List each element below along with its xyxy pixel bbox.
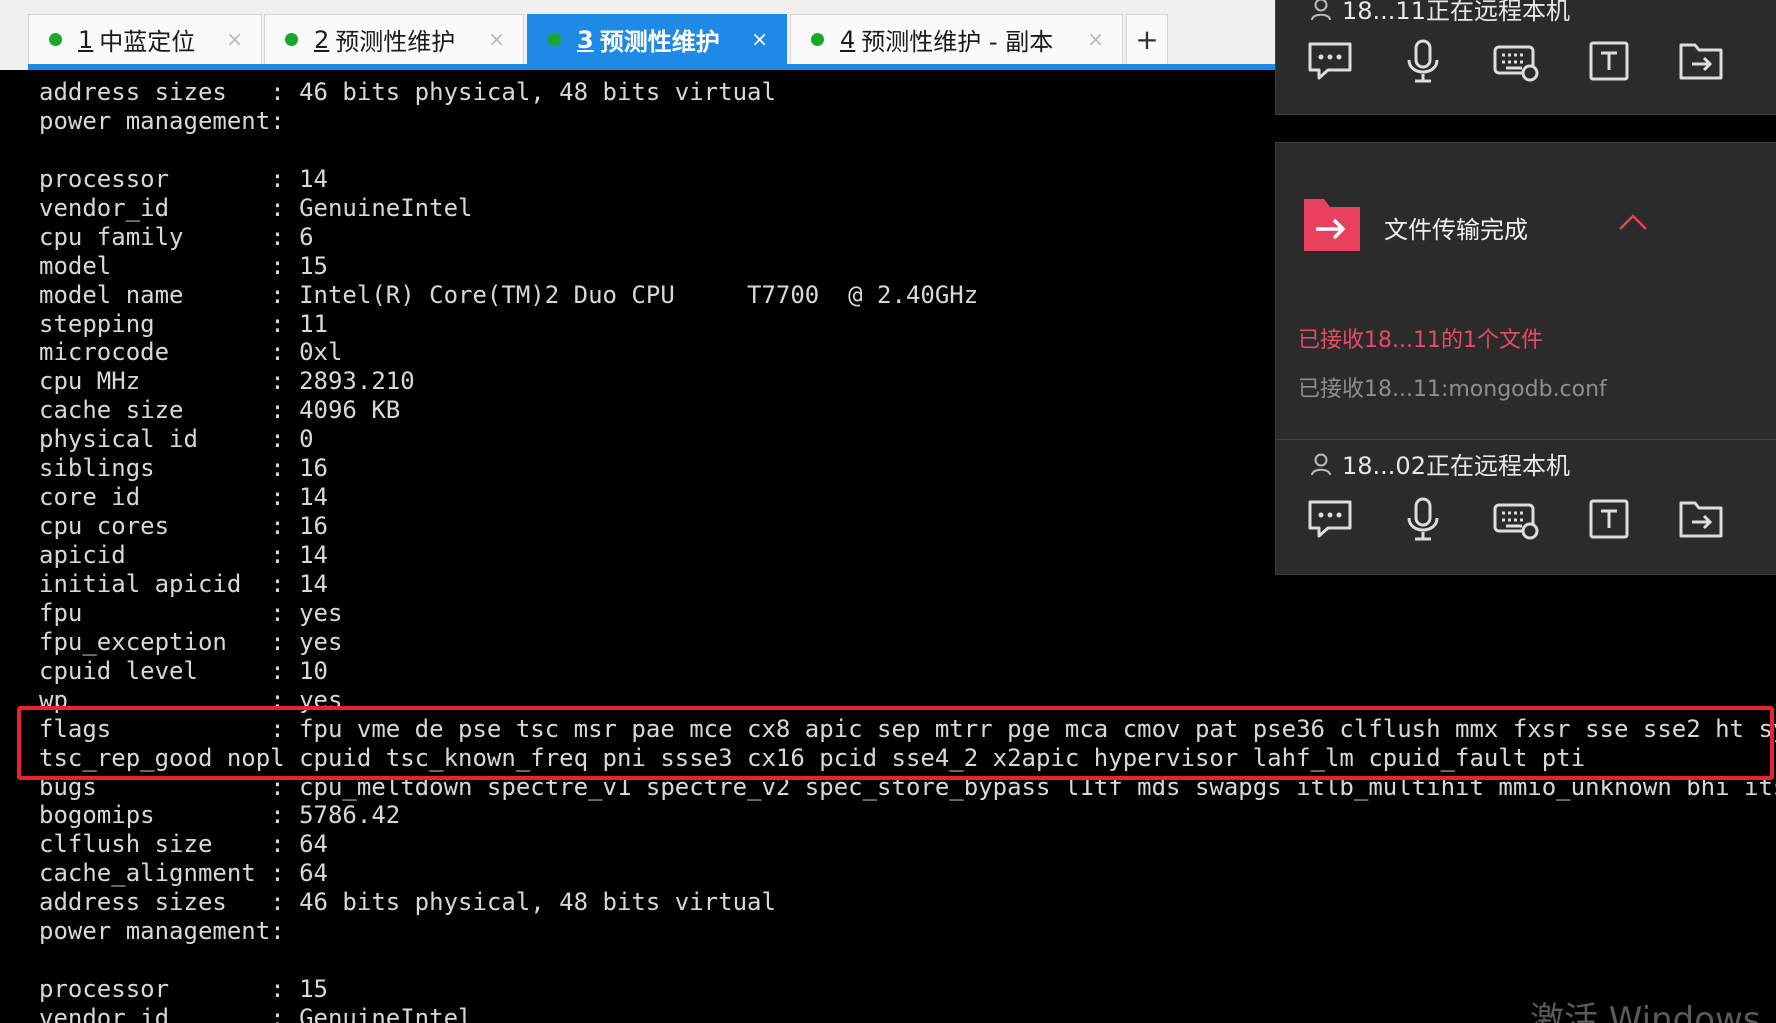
status-dot-icon bbox=[548, 33, 561, 46]
text-icon[interactable] bbox=[1585, 495, 1633, 543]
tab-2[interactable]: 2 预测性维护 × bbox=[264, 14, 524, 64]
microphone-icon[interactable] bbox=[1399, 495, 1447, 543]
terminal-line: cache_alignment : 64 bbox=[39, 859, 328, 888]
status-dot-icon bbox=[49, 33, 62, 46]
microphone-icon[interactable] bbox=[1399, 37, 1447, 85]
remote-session-panel-top: 18...11正在远程本机 bbox=[1275, 0, 1776, 115]
folder-transfer-icon bbox=[1302, 195, 1362, 257]
close-icon[interactable]: × bbox=[488, 27, 505, 51]
tab-4[interactable]: 4 预测性维护 - 副本 × bbox=[790, 14, 1123, 64]
remote-user-line: 18...11正在远程本机 bbox=[1310, 0, 1570, 26]
tab-number: 2 bbox=[314, 25, 330, 54]
received-file-name: 已接收18...11:mongodb.conf bbox=[1298, 377, 1607, 402]
terminal-line: bogomips : 5786.42 bbox=[39, 801, 401, 830]
terminal-line: clflush size : 64 bbox=[39, 830, 328, 859]
terminal-line: power management: bbox=[39, 917, 285, 946]
tab-3-active[interactable]: 3 预测性维护 × bbox=[527, 14, 787, 64]
tab-number: 4 bbox=[840, 25, 856, 54]
tab-label: 预测性维护 - 副本 bbox=[861, 28, 1054, 56]
user-icon bbox=[1311, 0, 1331, 20]
tab-number: 1 bbox=[78, 25, 94, 54]
terminal-line: cpuid level : 10 bbox=[39, 656, 328, 685]
close-icon[interactable]: × bbox=[1087, 27, 1104, 51]
close-icon[interactable]: × bbox=[751, 27, 768, 51]
transfer-title: 文件传输完成 bbox=[1384, 216, 1528, 244]
remote-user-text: 18...02正在远程本机 bbox=[1342, 452, 1570, 480]
tab-label: 预测性维护 bbox=[335, 28, 456, 56]
text-icon[interactable] bbox=[1585, 37, 1633, 85]
file-transfer-panel: 文件传输完成 已接收18...11的1个文件 已接收18...11:mongod… bbox=[1275, 142, 1776, 575]
keyboard-icon[interactable] bbox=[1492, 495, 1540, 543]
terminal-line: fpu_exception : yes bbox=[39, 627, 343, 656]
remote-user-text: 18...11正在远程本机 bbox=[1342, 0, 1570, 25]
flags-highlight-box bbox=[17, 706, 1774, 780]
status-dot-icon bbox=[811, 33, 824, 46]
received-summary[interactable]: 已接收18...11的1个文件 bbox=[1298, 322, 1543, 354]
tab-bar: 1 中蓝定位 × 2 预测性维护 × 3 预测性维护 × 4 预测性维护 - 副… bbox=[0, 0, 1275, 70]
file-transfer-icon[interactable] bbox=[1678, 495, 1726, 543]
tab-label: 预测性维护 bbox=[599, 28, 720, 56]
tab-accent-bar bbox=[28, 64, 1275, 70]
user-icon bbox=[1311, 453, 1331, 475]
terminal-line: fpu : yes bbox=[39, 598, 343, 627]
tab-number: 3 bbox=[577, 25, 594, 54]
status-dot-icon bbox=[285, 33, 298, 46]
terminal-line: processor : 15 bbox=[39, 975, 328, 1004]
remote-user-line: 18...02正在远程本机 bbox=[1310, 446, 1570, 481]
tab-1[interactable]: 1 中蓝定位 × bbox=[28, 14, 262, 64]
new-tab-button[interactable]: + bbox=[1126, 14, 1168, 64]
tab-label: 中蓝定位 bbox=[99, 28, 196, 56]
session-toolbar bbox=[1306, 495, 1726, 543]
file-transfer-icon[interactable] bbox=[1678, 37, 1726, 85]
chat-icon[interactable] bbox=[1306, 37, 1354, 85]
keyboard-icon[interactable] bbox=[1492, 37, 1540, 85]
close-icon[interactable]: × bbox=[226, 27, 243, 51]
chevron-up-icon[interactable] bbox=[1618, 213, 1648, 235]
divider bbox=[1276, 439, 1776, 440]
terminal-line: vendor_id : GenuineIntel bbox=[39, 1004, 473, 1023]
chat-icon[interactable] bbox=[1306, 495, 1354, 543]
windows-activation-watermark: 激活 Windows bbox=[1530, 1000, 1761, 1023]
terminal-line: address sizes : 46 bits physical, 48 bit… bbox=[39, 888, 776, 917]
session-toolbar bbox=[1306, 37, 1726, 85]
